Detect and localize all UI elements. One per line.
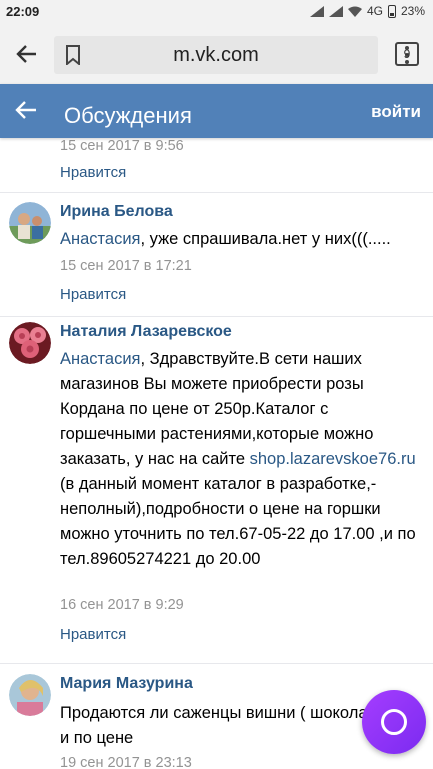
battery-percent: 23% [400, 4, 425, 18]
comment-date: 16 сен 2017 в 9:29 [60, 597, 184, 613]
comment-date: 19 сен 2017 в 23:13 [60, 755, 192, 769]
status-time: 22:09 [6, 4, 40, 19]
login-button[interactable]: войти [371, 102, 421, 122]
network-type: 4G [366, 4, 383, 18]
back-arrow-icon[interactable] [14, 41, 40, 67]
address-bar[interactable]: m.vk.com [54, 36, 409, 74]
browser-toolbar: m.vk.com 9 [0, 24, 433, 84]
page-title: Обсуждения [64, 103, 192, 128]
divider [0, 192, 433, 193]
avatar[interactable] [9, 202, 51, 244]
like-button[interactable]: Нравится [60, 626, 126, 643]
like-button[interactable]: Нравится [60, 286, 126, 303]
like-button[interactable]: Нравится [60, 164, 126, 181]
comment-author[interactable]: Наталия Лазаревское [60, 323, 232, 341]
mention-link[interactable]: Анастасия [60, 230, 141, 248]
comment-body-continued: (в данный момент каталог в разработке,-н… [60, 475, 416, 568]
comment-date: 15 сен 2017 в 17:21 [60, 258, 192, 274]
battery-icon [387, 4, 396, 18]
app-header: Обсуждения войти [0, 84, 433, 138]
url-text[interactable]: m.vk.com [54, 44, 378, 67]
divider [0, 316, 433, 317]
assistant-ring-icon [381, 709, 407, 735]
comment-body: , уже спрашивала.нет у них(((..... [140, 230, 391, 248]
comment-text: Анастасия, уже спрашивала.нет у них(((..… [60, 227, 420, 252]
status-icons: 4G 23% [309, 4, 425, 18]
comments-feed[interactable]: 15 сен 2017 в 9:56 Нравится Ирина Белова… [0, 138, 433, 769]
comment-date: 15 сен 2017 в 9:56 [60, 138, 184, 154]
comment-text: Анастасия, Здравствуйте.В сети наших маг… [60, 347, 420, 572]
divider [0, 663, 433, 664]
site-link[interactable]: shop.lazarevskoe76.ru [250, 450, 416, 468]
signal-icon [328, 5, 343, 17]
status-bar: 22:09 4G 23% [0, 0, 433, 24]
signal-icon [309, 5, 324, 17]
tabs-button[interactable]: 9 [395, 42, 419, 66]
voice-assistant-button[interactable] [362, 690, 426, 754]
avatar[interactable] [9, 674, 51, 716]
comment-author[interactable]: Мария Мазурина [60, 675, 193, 693]
back-arrow-icon[interactable] [12, 96, 40, 124]
mention-link[interactable]: Анастасия [60, 350, 141, 368]
wifi-icon [347, 6, 362, 17]
comment-author[interactable]: Ирина Белова [60, 203, 173, 221]
avatar[interactable] [9, 322, 51, 364]
